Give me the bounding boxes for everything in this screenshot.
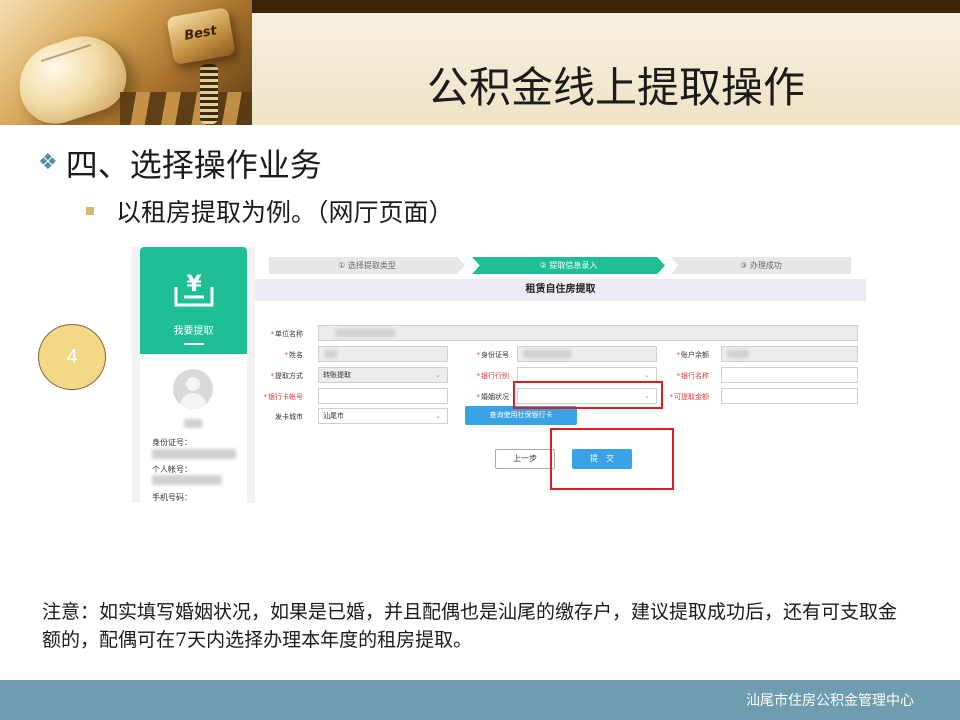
sidebar-field-id: 身份证号： [152,438,192,447]
card-no-label: *银行卡帐号 [263,393,304,401]
chevron-down-icon: ⌄ [435,371,441,379]
masked-balance-value [727,350,749,358]
card-city-label: 发卡城市 [275,413,303,421]
web-hall-screenshot: ¥ 我要提取 身份证号： 个人帐号： 手机号码： ① 选择提取类型 ② 提取信息… [132,247,866,503]
unit-name-field [318,325,858,341]
sidebar-item-label: 我要提取 [173,326,214,337]
name-label: *姓名 [284,351,304,359]
amount-input[interactable] [721,388,858,404]
footer-org-name: 汕尾市住房公积金管理中心 [746,693,914,709]
form-title: 租赁自住房提取 [255,279,866,301]
diamond-bullet-icon: ❖ [38,150,58,175]
masked-account [152,475,222,485]
bullet-level-1: ❖ 四、选择操作业务 [38,140,322,186]
step-select-type: ① 选择提取类型 [269,257,465,274]
main-panel: ① 选择提取类型 ② 提取信息录入 ③ 办理成功 租赁自住房提取 *单位名称 *… [255,247,866,503]
bank-label: *银行行别 [476,372,510,380]
yen-basket-icon: ¥ [174,272,214,307]
bullet-1-text: 四、选择操作业务 [65,146,322,184]
bullet-2-text: 以租房提取为例。（网厅页面） [116,198,454,227]
sidebar: ¥ 我要提取 身份证号： 个人帐号： 手机号码： [140,247,247,503]
unit-name-label: *单位名称 [270,330,304,338]
mouse-cord-image [200,64,218,124]
method-select[interactable]: 转账提取 ⌄ [318,367,448,383]
masked-name [184,419,202,428]
submit-highlight-box [550,428,674,490]
amount-label: *可提取金额 [669,393,710,401]
bank-name-input[interactable] [721,367,858,383]
note-text: 注意：如实填写婚姻状况，如果是已婚，并且配偶也是汕尾的缴存户，建议提取成功后，还… [42,601,898,651]
prev-step-button[interactable]: 上一步 [495,449,555,469]
avatar [173,369,213,409]
id-no-label: *身份证号 [476,351,510,359]
card-city-select[interactable]: 汕尾市 ⌄ [318,408,448,424]
progress-steps: ① 选择提取类型 ② 提取信息录入 ③ 办理成功 [269,257,851,274]
masked-id [152,449,236,459]
masked-name-value [325,350,337,358]
marriage-highlight-box [513,381,663,409]
header-band-dark [252,0,960,13]
sidebar-item-withdraw[interactable]: ¥ 我要提取 [140,247,247,354]
bullet-level-2: 以租房提取为例。（网厅页面） [86,193,454,229]
svg-text:¥: ¥ [186,272,202,297]
masked-unit-name [335,329,395,337]
sidebar-field-account: 个人帐号： [152,465,192,474]
sidebar-field-phone: 手机号码： [152,493,192,502]
chevron-down-icon: ⌄ [644,371,650,379]
active-underline [184,343,204,345]
footer-bar: 汕尾市住房公积金管理中心 [0,680,960,720]
chevron-down-icon: ⌄ [435,412,441,420]
slide-title: 公积金线上提取操作 [426,63,805,112]
best-key-image: Best [166,6,236,66]
step-enter-info: ② 提取信息录入 [472,257,665,274]
step-number-badge: 4 [38,324,106,390]
balance-label: *账户余额 [676,351,710,359]
masked-id-value [523,350,571,358]
square-bullet-icon [86,207,94,215]
computer-mouse-image [8,25,136,125]
bank-name-label: *银行名称 [676,372,710,380]
name-field [318,346,448,362]
card-no-input[interactable] [318,388,448,404]
method-label: *提取方式 [270,372,304,380]
marriage-label: *婚姻状况 [476,393,510,401]
keyboard-keys-image [120,92,252,125]
header-photo: Best [0,0,252,125]
step-success: ③ 办理成功 [671,257,851,274]
